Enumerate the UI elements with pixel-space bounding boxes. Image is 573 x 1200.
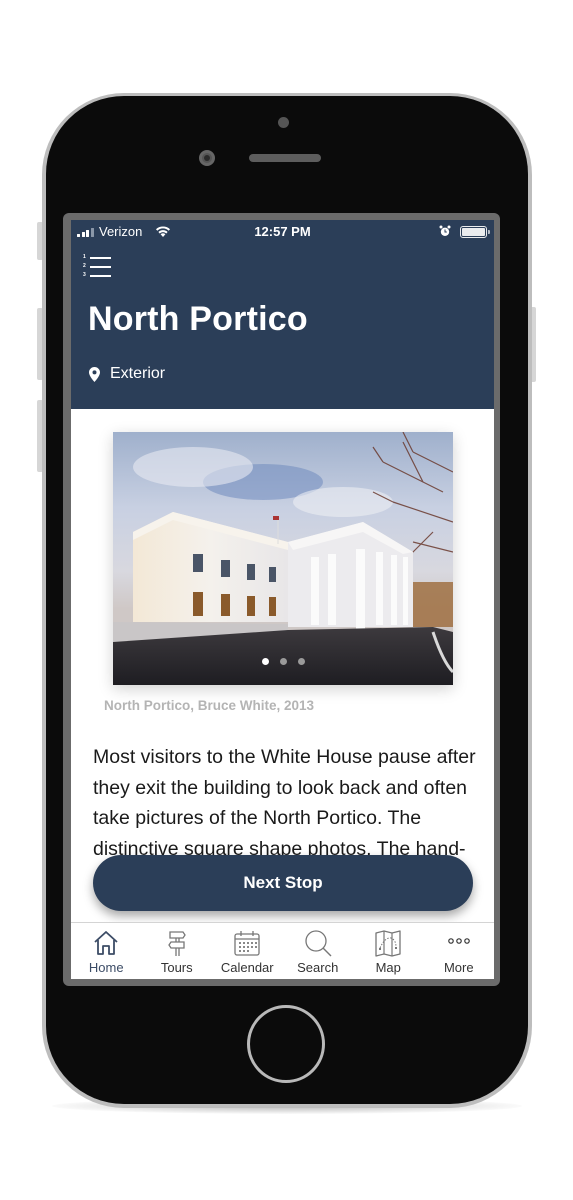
- map-icon: [375, 930, 401, 957]
- tab-label: Home: [88, 960, 124, 975]
- tab-bar: Home Tours Calendar Search Map More: [71, 922, 494, 979]
- menu-number: 3: [83, 272, 86, 278]
- tab-home[interactable]: Home: [71, 923, 142, 979]
- tab-label: Map: [375, 960, 401, 975]
- carousel-dot-2[interactable]: [279, 658, 287, 665]
- tab-label: Search: [297, 960, 339, 975]
- status-bar: Verizon 12:57 PM: [71, 220, 494, 244]
- carousel-pagination: [113, 658, 453, 665]
- earpiece-speaker: [249, 154, 321, 162]
- carousel-dot-1[interactable]: [261, 658, 269, 665]
- tab-label: More: [443, 960, 474, 975]
- proximity-sensor: [199, 150, 215, 166]
- tab-label: Tours: [160, 960, 193, 975]
- tab-tours[interactable]: Tours: [142, 923, 213, 979]
- header: Verizon 12:57 PM 1 2 3 North Portico Ext…: [71, 220, 494, 409]
- home-icon: [94, 931, 118, 955]
- location-text: Exterior: [110, 365, 166, 382]
- numbered-menu-button[interactable]: 1 2 3: [83, 254, 113, 280]
- tab-calendar[interactable]: Calendar: [212, 923, 283, 979]
- search-icon: [305, 930, 332, 957]
- signpost-icon: [167, 931, 186, 956]
- calendar-icon: [234, 931, 260, 956]
- menu-number: 2: [83, 263, 86, 269]
- carousel-dot-3[interactable]: [297, 658, 305, 665]
- front-camera: [278, 117, 289, 128]
- status-time: 12:57 PM: [254, 224, 311, 239]
- tab-search[interactable]: Search: [283, 923, 354, 979]
- page-title: North Portico: [88, 300, 308, 338]
- battery-icon: [460, 226, 490, 238]
- location-label: Exterior: [89, 365, 165, 383]
- map-pin-icon: [89, 366, 100, 382]
- tab-map[interactable]: Map: [353, 923, 424, 979]
- photo-caption: North Portico, Bruce White, 2013: [104, 698, 315, 713]
- next-stop-button[interactable]: Next Stop: [93, 855, 473, 911]
- north-portico-photo: [113, 432, 453, 685]
- home-hardware-button[interactable]: [247, 1005, 325, 1083]
- alarm-icon: [439, 225, 451, 236]
- tab-label: Calendar: [220, 960, 274, 975]
- photo-carousel[interactable]: [113, 432, 453, 685]
- menu-number: 1: [83, 254, 86, 260]
- more-icon: [447, 938, 470, 944]
- app-screen: Verizon 12:57 PM 1 2 3 North Portico Ext…: [71, 220, 494, 979]
- tab-more[interactable]: More: [424, 923, 495, 979]
